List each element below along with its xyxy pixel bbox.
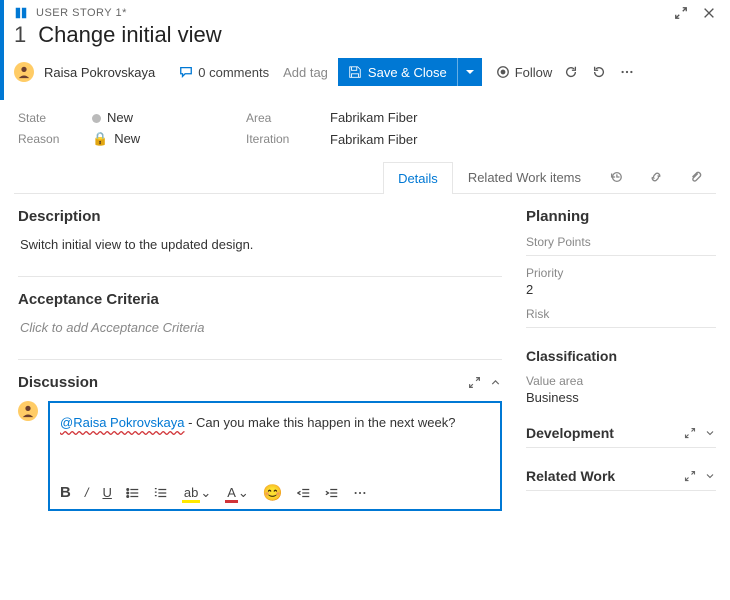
description-heading: Description <box>18 208 502 225</box>
popout-icon[interactable] <box>674 6 688 20</box>
close-icon[interactable] <box>702 6 716 20</box>
work-item-type-icon <box>14 6 28 20</box>
comments-button[interactable]: 0 comments <box>179 65 269 80</box>
discussion-collapse-icon[interactable] <box>489 376 502 389</box>
state-label: State <box>18 111 78 125</box>
tab-details[interactable]: Details <box>383 162 453 194</box>
toolbar-more-button[interactable] <box>353 486 367 500</box>
area-value[interactable]: Fabrikam Fiber <box>330 110 712 125</box>
italic-button[interactable]: / <box>85 485 89 500</box>
assignee-name[interactable]: Raisa Pokrovskaya <box>44 65 155 80</box>
planning-heading: Planning <box>526 208 716 225</box>
classification-heading: Classification <box>526 348 617 364</box>
iteration-label: Iteration <box>246 132 316 146</box>
related-work-heading: Related Work <box>526 468 615 484</box>
editor-toolbar: B / U ab⌄ A⌄ 😊 <box>50 477 500 509</box>
discussion-editor[interactable]: @Raisa Pokrovskaya - Can you make this h… <box>48 401 502 511</box>
related-expand-icon[interactable] <box>684 470 696 482</box>
priority-label: Priority <box>526 266 716 280</box>
save-close-button[interactable]: Save & Close <box>338 58 482 86</box>
refresh-icon[interactable] <box>564 65 578 79</box>
tab-links-icon[interactable] <box>636 161 676 193</box>
comment-author-avatar <box>18 401 38 421</box>
story-points-label: Story Points <box>526 235 716 249</box>
highlight-button[interactable]: ab⌄ <box>182 485 211 501</box>
tab-related-work-items[interactable]: Related Work items <box>453 161 596 193</box>
revert-icon[interactable] <box>592 65 606 79</box>
discussion-expand-icon[interactable] <box>468 376 481 389</box>
assignee-avatar[interactable] <box>14 62 34 82</box>
development-heading: Development <box>526 425 614 441</box>
iteration-value[interactable]: Fabrikam Fiber <box>330 132 712 147</box>
number-list-button[interactable] <box>154 486 168 500</box>
lock-icon: 🔒 <box>92 131 108 146</box>
area-label: Area <box>246 111 316 125</box>
risk-label: Risk <box>526 307 716 321</box>
priority-value[interactable]: 2 <box>526 282 716 297</box>
work-item-title[interactable]: Change initial view <box>38 22 221 48</box>
add-tag-button[interactable]: Add tag <box>283 65 328 80</box>
development-expand-icon[interactable] <box>684 427 696 439</box>
tab-history-icon[interactable] <box>596 161 636 193</box>
more-icon[interactable] <box>620 65 634 79</box>
work-item-id: 1 <box>14 22 26 48</box>
comments-count: 0 comments <box>198 65 269 80</box>
bullet-list-button[interactable] <box>126 486 140 500</box>
development-chevron-icon[interactable] <box>704 427 716 439</box>
acceptance-heading: Acceptance Criteria <box>18 291 502 308</box>
reason-label: Reason <box>18 132 78 146</box>
underline-button[interactable]: U <box>102 485 111 500</box>
mention-link[interactable]: @Raisa Pokrovskaya <box>60 415 184 430</box>
discussion-text: - Can you make this happen in the next w… <box>184 415 455 430</box>
follow-button[interactable]: Follow <box>496 65 553 80</box>
outdent-button[interactable] <box>297 486 311 500</box>
tab-attachments-icon[interactable] <box>676 161 716 193</box>
description-body[interactable]: Switch initial view to the updated desig… <box>18 235 502 270</box>
related-chevron-icon[interactable] <box>704 470 716 482</box>
value-area-value[interactable]: Business <box>526 390 716 405</box>
acceptance-placeholder[interactable]: Click to add Acceptance Criteria <box>18 318 502 353</box>
discussion-heading: Discussion <box>18 374 98 391</box>
work-item-type-label: USER STORY 1* <box>36 7 127 19</box>
save-dropdown-caret[interactable] <box>457 58 482 86</box>
reason-value[interactable]: 🔒New <box>92 131 232 147</box>
emoji-button[interactable]: 😊 <box>263 483 283 503</box>
font-color-button[interactable]: A⌄ <box>225 485 249 501</box>
bold-button[interactable]: B <box>60 484 71 501</box>
indent-button[interactable] <box>325 486 339 500</box>
value-area-label: Value area <box>526 374 716 388</box>
state-value[interactable]: New <box>92 110 232 125</box>
